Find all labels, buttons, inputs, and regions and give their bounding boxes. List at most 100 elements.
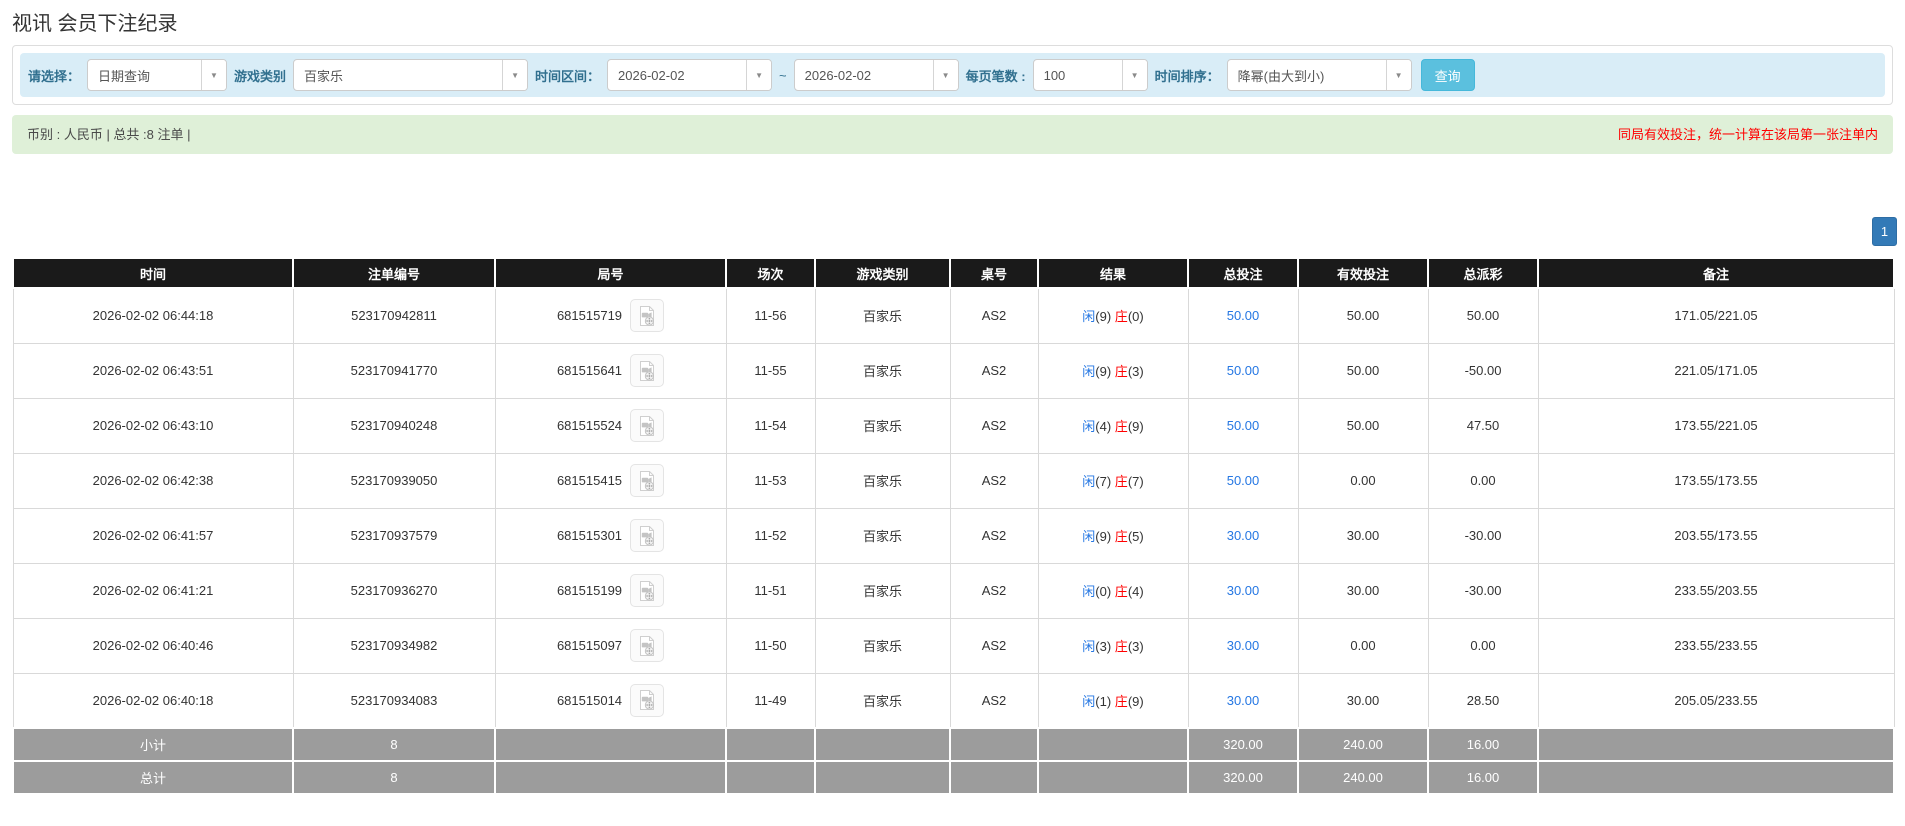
total-bet-cell: 50.00 [1187, 287, 1299, 344]
pagination-page-1[interactable]: 1 [1872, 217, 1897, 246]
game-type-cell: 百家乐 [814, 397, 951, 454]
round-id-value: 681515097 [556, 638, 623, 653]
round-id-value: 681515524 [556, 418, 623, 433]
table-no-cell: AS2 [949, 562, 1039, 619]
total-count-cell: 8 [292, 727, 496, 762]
date-from-value: 2026-02-02 [618, 67, 685, 83]
payout-cell: -30.00 [1427, 507, 1539, 564]
round-cell-inner: 681515524 [556, 409, 665, 442]
total-bet-link[interactable]: 30.00 [1227, 693, 1260, 708]
player-result: 闲 [1082, 529, 1096, 544]
round-id-value: 681515199 [556, 583, 623, 598]
game-type-cell: 百家乐 [814, 562, 951, 619]
total-empty-cell [949, 760, 1039, 795]
total-bet-link[interactable]: 30.00 [1227, 638, 1260, 653]
query-button[interactable]: 查询 [1420, 59, 1475, 91]
video-file-icon [640, 580, 655, 601]
bet-id-cell: 523170934982 [292, 617, 496, 674]
time-sort-value: 降幂(由大到小) [1237, 68, 1325, 84]
video-replay-button[interactable] [630, 519, 665, 552]
video-file-icon [640, 470, 655, 491]
column-header: 游戏类别 [814, 257, 951, 289]
note-cell: 233.55/233.55 [1537, 617, 1895, 674]
table-row: 2026-02-02 06:43:10 523170940248 681515524… [12, 397, 1895, 454]
chevron-down-icon[interactable]: ▼ [201, 60, 227, 90]
bet-records-table: 时间 注单编号 局号 场次 游戏类别 桌号 结果 总投注 有效投注 总派彩 备注 2026-02-0… [12, 257, 1895, 795]
total-empty-cell [1037, 727, 1189, 762]
player-result: 闲 [1082, 639, 1096, 654]
video-replay-button[interactable] [630, 354, 665, 387]
total-empty-cell [1037, 760, 1189, 795]
filter-bar: 请选择： 日期查询 ▼ 游戏类别 百家乐 ▼ 时间区间： 2026-02-02 … [20, 53, 1885, 97]
video-replay-button[interactable] [630, 683, 665, 717]
page-size-select[interactable]: 100 ▼ [1032, 59, 1148, 91]
summary-currency-text: 币别 : 人民币 | 总共 :8 注单 | [27, 127, 191, 142]
payout-cell: 47.50 [1427, 397, 1539, 454]
time-sort-select[interactable]: 降幂(由大到小) ▼ [1226, 59, 1412, 91]
total-bet-link[interactable]: 50.00 [1227, 363, 1260, 378]
game-type-cell: 百家乐 [814, 617, 951, 674]
round-id-cell: 681515524 [494, 397, 727, 454]
chevron-down-icon[interactable]: ▼ [932, 60, 958, 90]
column-header: 场次 [725, 257, 816, 289]
page-size-label: 每页笔数 : [965, 68, 1026, 84]
table-total-row: 总计 8 320.00 240.00 16.00 [12, 760, 1895, 795]
column-header: 总投注 [1187, 257, 1299, 289]
result-cell: 闲(3) 庄(3) [1037, 617, 1189, 674]
valid-bet-cell: 30.00 [1297, 562, 1429, 619]
result-cell: 闲(1) 庄(9) [1037, 672, 1189, 729]
round-cell-inner: 681515415 [557, 464, 665, 497]
table-no-cell: AS2 [949, 397, 1039, 454]
total-bet-cell: 50.00 [1187, 452, 1299, 509]
total-bet-link[interactable]: 50.00 [1227, 473, 1260, 488]
video-replay-button[interactable] [630, 464, 665, 497]
query-type-select[interactable]: 日期查询 ▼ [87, 59, 228, 91]
payout-sum-cell: 16.00 [1427, 727, 1539, 762]
table-no-cell: AS2 [949, 287, 1039, 344]
game-type-cell: 百家乐 [814, 672, 951, 729]
total-empty-cell [814, 727, 951, 762]
payout-cell: 50.00 [1427, 287, 1539, 344]
bet-id-cell: 523170936270 [292, 562, 496, 619]
payout-cell: -50.00 [1427, 342, 1539, 399]
time-cell: 2026-02-02 06:42:38 [12, 452, 294, 509]
date-from-select[interactable]: 2026-02-02 ▼ [607, 59, 773, 91]
table-row: 2026-02-02 06:41:21 523170936270 681515199… [12, 562, 1895, 619]
table-no-cell: AS2 [949, 342, 1039, 399]
time-cell: 2026-02-02 06:41:57 [12, 507, 294, 564]
video-replay-button[interactable] [630, 409, 665, 442]
result-cell: 闲(9) 庄(5) [1037, 507, 1189, 564]
total-empty-cell [725, 760, 816, 795]
video-replay-button[interactable] [630, 574, 665, 607]
chevron-down-icon[interactable]: ▼ [1385, 60, 1411, 90]
date-to-select[interactable]: 2026-02-02 ▼ [793, 59, 959, 91]
round-id-value: 681515641 [556, 363, 623, 378]
total-bet-link[interactable]: 30.00 [1227, 528, 1260, 543]
video-replay-button[interactable] [630, 629, 665, 662]
chevron-down-icon[interactable]: ▼ [502, 60, 528, 90]
table-no-cell: AS2 [949, 507, 1039, 564]
column-header: 时间 [12, 257, 294, 289]
session-cell: 11-55 [725, 342, 816, 399]
note-cell: 233.55/203.55 [1537, 562, 1895, 619]
video-replay-button[interactable] [630, 299, 665, 333]
banker-result: 庄 [1114, 529, 1128, 544]
total-bet-cell: 30.00 [1187, 672, 1299, 729]
chevron-down-icon[interactable]: ▼ [746, 60, 772, 90]
result-cell: 闲(4) 庄(9) [1037, 397, 1189, 454]
video-file-icon [640, 690, 655, 711]
total-bet-link[interactable]: 30.00 [1227, 583, 1260, 598]
total-bet-link[interactable]: 50.00 [1227, 308, 1260, 323]
session-cell: 11-49 [725, 672, 816, 729]
column-header: 结果 [1037, 257, 1189, 289]
note-cell: 173.55/173.55 [1537, 452, 1895, 509]
session-cell: 11-53 [725, 452, 816, 509]
table-no-cell: AS2 [949, 617, 1039, 674]
query-type-value: 日期查询 [98, 68, 151, 84]
chevron-down-icon[interactable]: ▼ [1121, 60, 1147, 90]
date-to-value: 2026-02-02 [804, 67, 872, 83]
game-type-select[interactable]: 百家乐 ▼ [293, 59, 529, 91]
video-file-icon [640, 525, 655, 546]
game-type-cell: 百家乐 [814, 507, 951, 564]
total-bet-link[interactable]: 50.00 [1227, 418, 1260, 433]
